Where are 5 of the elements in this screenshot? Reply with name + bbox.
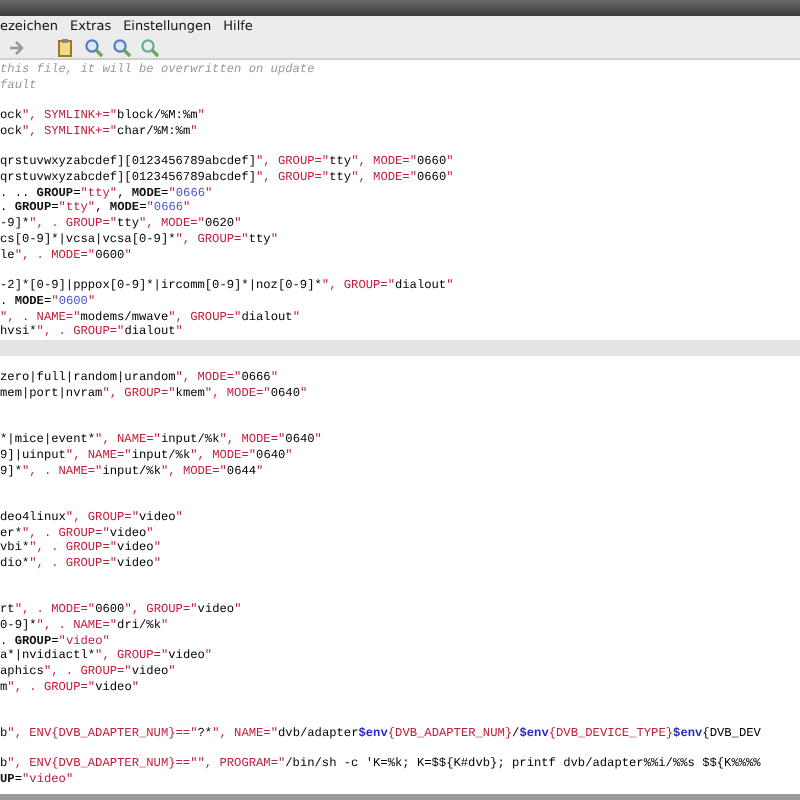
- search-icon[interactable]: [112, 37, 132, 57]
- search-icon[interactable]: [84, 37, 104, 57]
- arrow-icon[interactable]: [8, 37, 28, 57]
- clipboard-icon[interactable]: [56, 37, 76, 57]
- search-icon[interactable]: [140, 37, 160, 57]
